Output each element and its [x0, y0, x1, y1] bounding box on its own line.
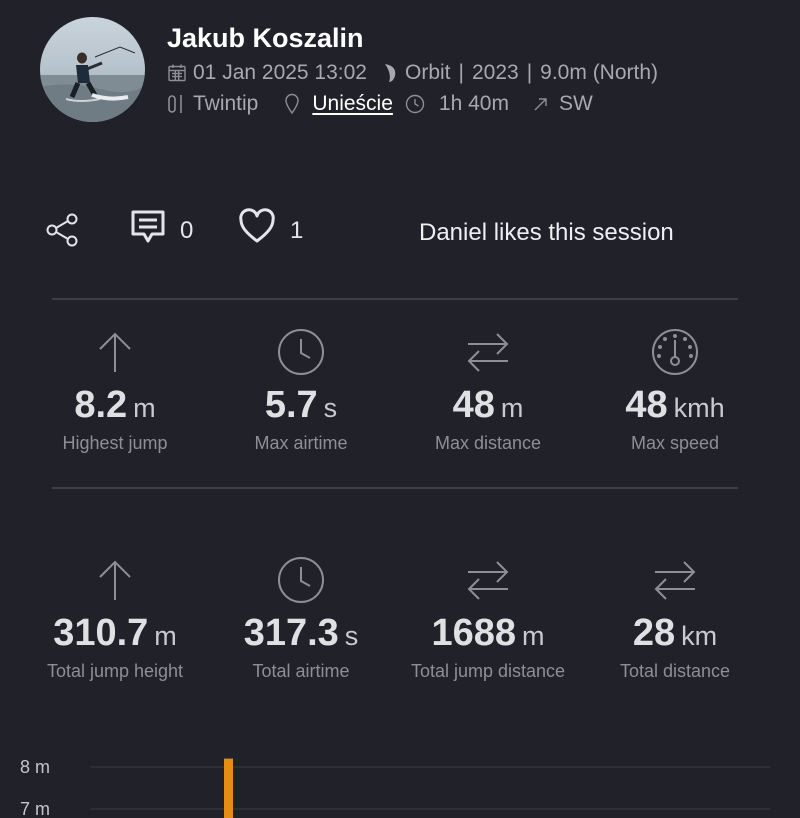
session-duration: 1h 40m [438, 92, 509, 115]
session-meta-row: 01 Jan 2025 13:02 Orbit | 2023 | 9.0m (N… [167, 61, 658, 85]
stat-label: Total distance [619, 661, 731, 681]
stat-unit: kmh [673, 393, 725, 423]
session-page: Jakub Koszalin 01 Jan 2025 13:02 Orbit |… [0, 0, 800, 818]
swap-arrows-icon [388, 556, 588, 604]
stat-value: 310.7 [53, 612, 149, 654]
stat-max-airtime: 5.7 s Max airtime [201, 328, 401, 454]
clock-icon [201, 556, 401, 604]
stat-unit: m [133, 393, 156, 423]
user-name[interactable]: Jakub Koszalin [167, 23, 364, 54]
map-pin-icon [284, 93, 300, 115]
like-count: 1 [290, 216, 304, 244]
avatar[interactable] [40, 17, 145, 122]
stat-value: 1688 [431, 612, 517, 654]
kite-icon [381, 62, 399, 84]
stat-value: 48 [452, 384, 495, 426]
y-tick-label: 8 m [20, 757, 50, 777]
jump-bar[interactable] [224, 758, 233, 818]
comment-count: 0 [180, 216, 194, 244]
stat-total-jump-distance: 1688 m Total jump distance [388, 556, 588, 682]
calendar-icon [167, 63, 187, 83]
separator: | [458, 61, 464, 84]
stat-unit: km [681, 621, 718, 651]
session-date: 01 Jan 2025 13:02 [193, 61, 367, 84]
stat-value: 5.7 [264, 384, 318, 426]
stat-value: 48 [625, 384, 668, 426]
session-meta-row-2: Twintip Unieście 1h 40m SW [167, 92, 593, 116]
stat-label: Total jump height [46, 661, 184, 681]
stat-unit: m [154, 621, 177, 651]
stat-unit: m [522, 621, 545, 651]
stat-value: 317.3 [243, 612, 339, 654]
heart-icon [238, 208, 276, 253]
stat-highest-jump: 8.2 m Highest jump [15, 328, 215, 454]
stat-label: Total airtime [252, 661, 350, 681]
arrow-up-right-icon [533, 96, 549, 112]
stat-unit: s [323, 393, 338, 423]
divider [52, 487, 738, 489]
kite-brand: Orbit [405, 61, 451, 84]
stat-total-airtime: 317.3 s Total airtime [201, 556, 401, 682]
stat-unit: m [500, 393, 524, 423]
stat-label: Max speed [630, 433, 720, 453]
stat-value: 28 [632, 612, 676, 654]
clock-icon [201, 328, 401, 376]
arrow-up-icon [15, 328, 215, 376]
swap-arrows-icon [575, 556, 775, 604]
kite-size: 9.0m (North) [540, 61, 659, 84]
stat-total-jump-height: 310.7 m Total jump height [15, 556, 215, 682]
stat-max-speed: 48 kmh Max speed [575, 328, 775, 454]
like-button[interactable]: 1 [238, 208, 303, 253]
location-link[interactable]: Unieście [312, 92, 393, 116]
arrow-up-icon [15, 556, 215, 604]
jump-chart-svg: 8 m 7 m [20, 757, 770, 818]
clock-icon [405, 94, 425, 114]
swap-arrows-icon [388, 328, 588, 376]
y-tick-label: 7 m [20, 799, 50, 818]
separator: | [526, 61, 533, 84]
stat-unit: s [344, 621, 359, 651]
divider [52, 298, 738, 300]
board-icon [167, 93, 187, 115]
stat-max-distance: 48 m Max distance [388, 328, 588, 454]
stat-label: Highest jump [62, 433, 168, 453]
stat-label: Max airtime [254, 433, 348, 453]
stat-total-distance: 28 km Total distance [575, 556, 775, 682]
share-button[interactable] [45, 213, 81, 252]
likes-summary[interactable]: Daniel likes this session [419, 219, 674, 247]
comment-icon [130, 208, 166, 253]
stat-value: 8.2 [74, 384, 128, 426]
board-type: Twintip [193, 92, 259, 115]
comment-button[interactable]: 0 [130, 208, 193, 253]
wind-direction: SW [558, 92, 593, 115]
speedometer-icon [575, 328, 775, 376]
social-bar: 0 1 Daniel likes this session [0, 205, 800, 255]
kite-year: 2023 [471, 61, 519, 84]
jump-chart: 8 m 7 m [0, 750, 800, 818]
stat-label: Max distance [434, 433, 542, 453]
stat-label: Total jump distance [410, 661, 566, 681]
